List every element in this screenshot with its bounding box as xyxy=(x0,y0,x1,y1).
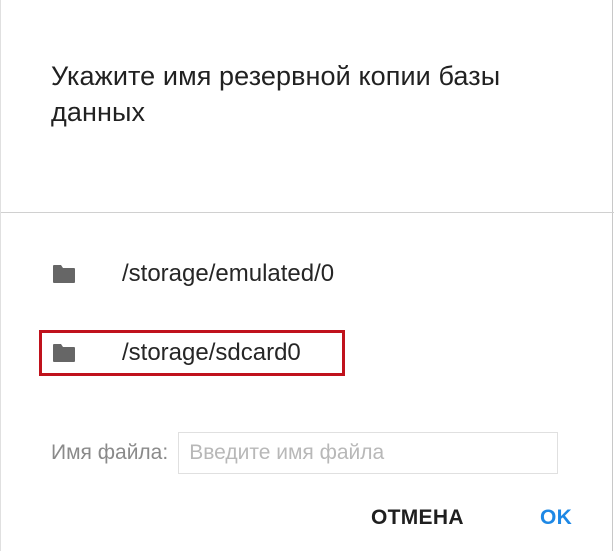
cancel-button[interactable]: ОТМЕНА xyxy=(371,500,464,536)
filename-label: Имя файла: xyxy=(51,441,169,464)
ok-button[interactable]: OK xyxy=(540,500,572,536)
directory-path-label: /storage/sdcard0 xyxy=(122,339,301,366)
filename-row: Имя файла: xyxy=(51,431,559,475)
folder-icon xyxy=(52,254,80,294)
directory-path-label: /storage/emulated/0 xyxy=(122,260,335,287)
filename-input[interactable] xyxy=(178,432,559,474)
directory-item-emulated[interactable]: /storage/emulated/0 xyxy=(42,254,372,294)
backup-dialog: Укажите имя резервной копии базы данных … xyxy=(0,0,614,551)
dialog-title: Укажите имя резервной копии базы данных xyxy=(51,61,501,127)
folder-icon xyxy=(52,333,80,373)
divider xyxy=(1,212,614,213)
directory-item-sdcard[interactable]: /storage/sdcard0 xyxy=(39,330,345,376)
